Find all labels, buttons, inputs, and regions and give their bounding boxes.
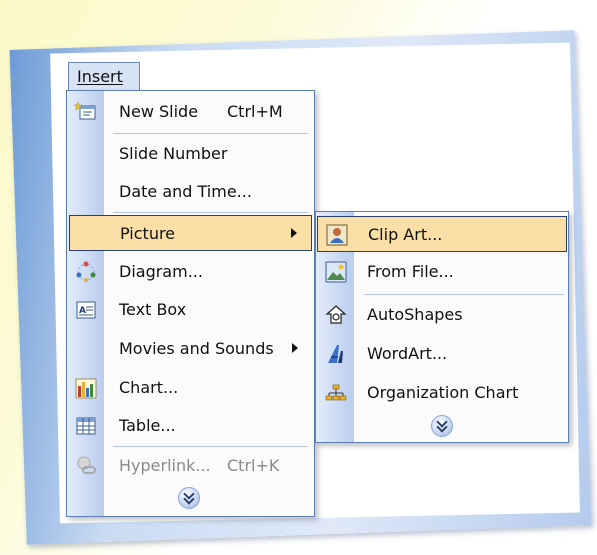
hyperlink-icon <box>74 454 98 478</box>
expand-chevrons-icon[interactable] <box>178 487 200 509</box>
clip-art-icon <box>326 224 348 246</box>
text-box-icon: A <box>74 298 98 322</box>
picture-submenu: Clip Art... From File... AutoShapes Word… <box>315 211 569 443</box>
organization-chart-icon <box>325 382 347 404</box>
submenu-item-label: AutoShapes <box>367 305 463 324</box>
screenshot-canvas: Insert New Slide Ctrl+M Slide Number Dat… <box>0 0 597 555</box>
submenu-item-autoshapes[interactable]: AutoShapes <box>317 297 567 333</box>
menu-stage: Insert New Slide Ctrl+M Slide Number Dat… <box>0 0 597 555</box>
chart-icon <box>74 376 98 400</box>
menu-item-label: Hyperlink... <box>119 456 211 475</box>
submenu-item-label: Clip Art... <box>368 225 443 244</box>
diagram-icon <box>74 260 98 284</box>
insert-menu-header[interactable]: Insert <box>68 62 140 90</box>
menu-item-label: Text Box <box>119 300 187 319</box>
menu-separator <box>113 212 308 213</box>
submenu-item-label: WordArt... <box>367 344 448 363</box>
menu-item-diagram[interactable]: Diagram... <box>69 254 312 290</box>
submenu-arrow-icon <box>291 228 297 238</box>
table-icon <box>74 414 98 438</box>
new-slide-icon <box>74 100 98 124</box>
menu-item-date-and-time[interactable]: Date and Time... <box>69 174 312 210</box>
menu-item-new-slide[interactable]: New Slide Ctrl+M <box>69 94 312 130</box>
submenu-item-label: Organization Chart <box>367 383 519 402</box>
menu-item-slide-number[interactable]: Slide Number <box>69 136 312 172</box>
insert-menu-title: Insert <box>77 67 123 86</box>
wordart-icon <box>325 343 347 365</box>
menu-item-movies-and-sounds[interactable]: Movies and Sounds <box>69 331 312 367</box>
menu-item-label: Table... <box>119 416 176 435</box>
autoshapes-icon <box>325 304 347 326</box>
menu-item-picture[interactable]: Picture <box>69 215 312 251</box>
menu-item-table[interactable]: Table... <box>69 408 312 444</box>
submenu-separator <box>364 294 564 295</box>
menu-item-label: New Slide <box>119 102 199 121</box>
menu-item-label: Picture <box>120 224 176 243</box>
submenu-item-clip-art[interactable]: Clip Art... <box>317 216 567 252</box>
menu-separator <box>113 133 308 134</box>
submenu-item-wordart[interactable]: WordArt... <box>317 336 567 372</box>
menu-item-hyperlink[interactable]: Hyperlink... Ctrl+K <box>69 448 312 484</box>
menu-item-label: Movies and Sounds <box>119 339 274 358</box>
menu-item-shortcut: Ctrl+M <box>227 102 283 121</box>
menu-item-text-box[interactable]: A Text Box <box>69 292 312 328</box>
submenu-item-label: From File... <box>367 262 454 281</box>
menu-item-label: Slide Number <box>119 144 228 163</box>
submenu-arrow-icon <box>292 343 298 353</box>
menu-item-shortcut: Ctrl+K <box>227 456 280 475</box>
expand-chevrons-icon[interactable] <box>431 415 453 437</box>
menu-item-label: Diagram... <box>119 262 203 281</box>
menu-separator <box>113 446 308 447</box>
menu-item-label: Date and Time... <box>119 182 252 201</box>
from-file-icon <box>325 261 347 283</box>
menu-item-chart[interactable]: Chart... <box>69 370 312 406</box>
submenu-item-organization-chart[interactable]: Organization Chart <box>317 375 567 411</box>
submenu-item-from-file[interactable]: From File... <box>317 254 567 290</box>
insert-menu: New Slide Ctrl+M Slide Number Date and T… <box>66 90 315 517</box>
menu-item-label: Chart... <box>119 378 179 397</box>
